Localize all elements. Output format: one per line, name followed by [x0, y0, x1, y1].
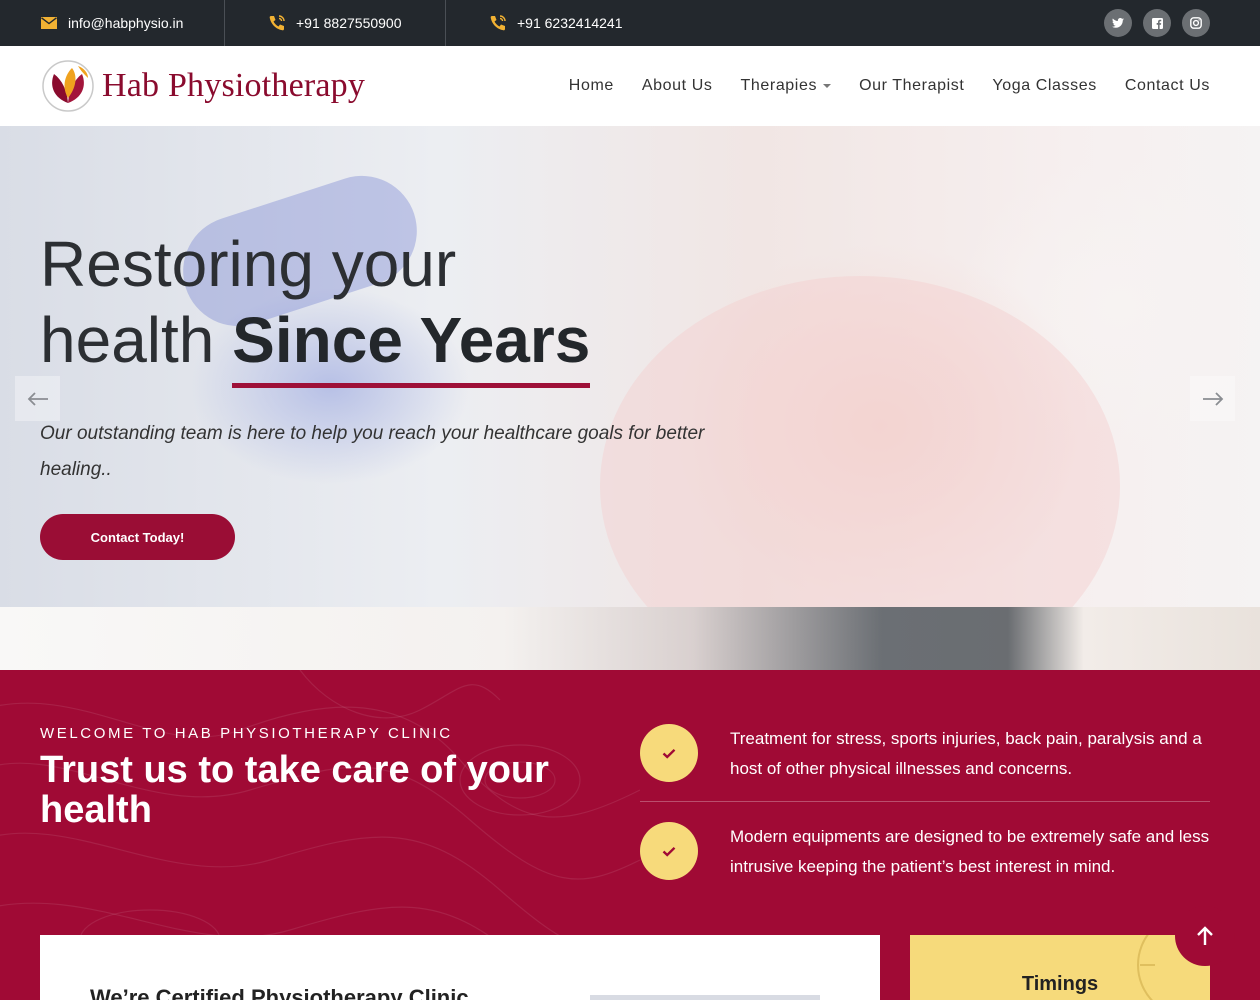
timings-heading: Timings: [1021, 973, 1099, 995]
chevron-down-icon: [823, 83, 832, 88]
certified-heading: We’re Certified Physiotherapy Clinic: [90, 985, 469, 1000]
nav-our-therapist[interactable]: Our Therapist: [859, 77, 964, 95]
clinic-image: [590, 995, 820, 1000]
main-navbar: Hab Physiotherapy Home About Us Therapie…: [0, 46, 1260, 126]
hero-title-line2: health: [40, 304, 233, 376]
slider-next-button[interactable]: [1190, 376, 1235, 421]
instagram-icon[interactable]: [1182, 9, 1210, 37]
phone-icon: [268, 14, 286, 32]
slider-prev-button[interactable]: [15, 376, 60, 421]
phone-text-2[interactable]: +91 6232414241: [517, 15, 623, 31]
divider: [445, 0, 446, 46]
nav-contact-us[interactable]: Contact Us: [1125, 77, 1210, 95]
hero-title-line1: Restoring your: [40, 228, 457, 300]
nav-yoga-classes[interactable]: Yoga Classes: [992, 77, 1096, 95]
check-icon: [640, 822, 698, 880]
site-logo[interactable]: Hab Physiotherapy: [40, 58, 365, 114]
social-links: [1104, 9, 1210, 37]
welcome-title: Trust us to take care of your health: [40, 749, 549, 831]
twitter-icon[interactable]: [1104, 9, 1132, 37]
email-text[interactable]: info@habphysio.in: [68, 15, 183, 31]
welcome-eyebrow: WELCOME TO HAB PHYSIOTHERAPY CLINIC: [40, 725, 453, 742]
hero-title-highlight: Since Years: [232, 304, 591, 388]
arrow-up-icon: [1197, 926, 1213, 945]
nav-about-us[interactable]: About Us: [642, 77, 713, 95]
nav-therapies[interactable]: Therapies: [741, 77, 832, 95]
phone-icon: [489, 14, 507, 32]
feature-text: Modern equipments are designed to be ext…: [730, 827, 1210, 876]
logo-text: Hab Physiotherapy: [102, 67, 366, 104]
arrow-right-icon: [1202, 391, 1223, 406]
nav-therapies-label: Therapies: [740, 77, 818, 94]
feature-divider: [640, 801, 1210, 802]
scroll-to-top-button[interactable]: [1175, 906, 1235, 966]
feature-item: Treatment for stress, sports injuries, b…: [640, 724, 1210, 784]
contact-today-button[interactable]: Contact Today!: [40, 514, 235, 560]
phone-text-1[interactable]: +91 8827550900: [296, 15, 402, 31]
envelope-icon: [40, 14, 58, 32]
check-icon: [640, 724, 698, 782]
divider: [224, 0, 225, 46]
hero-image-strip: [0, 607, 1260, 670]
certified-card: We’re Certified Physiotherapy Clinic: [40, 935, 880, 1000]
facebook-icon[interactable]: [1143, 9, 1171, 37]
nav-home[interactable]: Home: [569, 77, 614, 95]
logo-mark-icon: [42, 60, 94, 112]
top-info-bar: info@habphysio.in +91 8827550900 +91 623…: [0, 0, 1260, 46]
phone-contact-2[interactable]: +91 6232414241: [489, 0, 623, 46]
hero-subtitle: Our outstanding team is here to help you…: [40, 423, 705, 480]
timings-card: Timings: [910, 935, 1210, 1000]
arrow-left-icon: [27, 391, 48, 406]
phone-contact-1[interactable]: +91 8827550900: [268, 0, 402, 46]
feature-item: Modern equipments are designed to be ext…: [640, 822, 1210, 882]
hero-title: Restoring your health Since Years: [40, 226, 591, 388]
hero-slider: Restoring your health Since Years Our ou…: [0, 126, 1260, 670]
email-contact[interactable]: info@habphysio.in: [40, 0, 183, 46]
feature-text: Treatment for stress, sports injuries, b…: [730, 729, 1202, 778]
primary-menu: Home About Us Therapies Our Therapist Yo…: [569, 46, 1210, 126]
